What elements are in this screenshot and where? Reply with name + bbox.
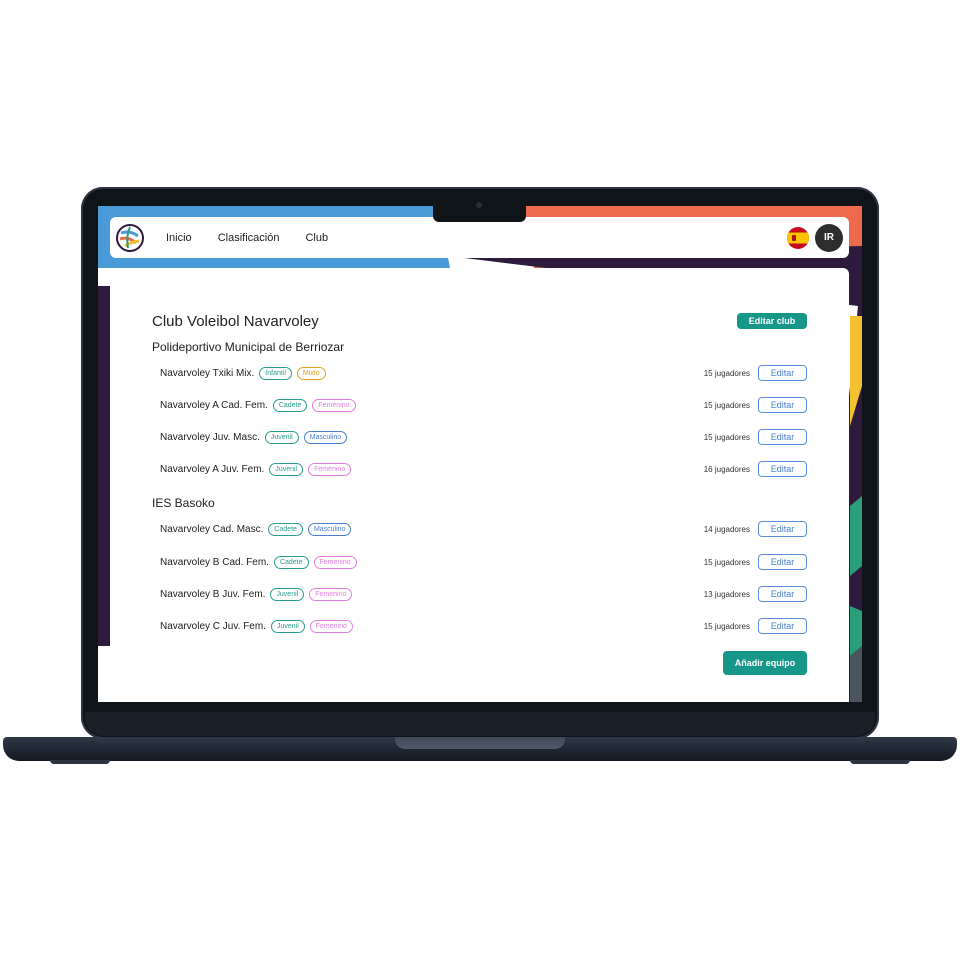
gender-tag: Femenino — [309, 619, 353, 633]
club-card: Club Voleibol Navarvoley Editar club Pol… — [110, 268, 849, 702]
category-tag: Cadete — [272, 398, 308, 412]
spain-flag-icon[interactable] — [787, 226, 809, 249]
team-row: Navarvoley B Juv. Fem. Juvenil Femenino … — [160, 585, 807, 603]
screen-bezel-bottom — [85, 712, 875, 736]
nav-link-inicio[interactable]: Inicio — [166, 232, 192, 244]
team-row: Navarvoley C Juv. Fem. Juvenil Femenino … — [160, 617, 807, 635]
team-row: Navarvoley A Juv. Fem. Juvenil Femenino … — [160, 460, 807, 478]
team-row: Navarvoley B Cad. Fem. Cadete Femenino 1… — [160, 553, 807, 571]
nav-link-club[interactable]: Club — [305, 232, 328, 244]
player-count: 15 jugadores — [703, 621, 750, 631]
add-team-button[interactable]: Añadir equipo — [723, 651, 807, 675]
category-tag: Infantil — [259, 366, 292, 380]
edit-team-button[interactable]: Editar — [758, 521, 807, 537]
laptop-foot — [850, 760, 910, 764]
team-row: Navarvoley A Cad. Fem. Cadete Femenino 1… — [160, 396, 807, 414]
edit-team-button[interactable]: Editar — [758, 554, 807, 570]
team-name: Navarvoley B Juv. Fem. — [160, 588, 266, 600]
edit-team-button[interactable]: Editar — [758, 461, 807, 477]
category-tag: Cadete — [268, 522, 303, 536]
player-count: 16 jugadores — [703, 464, 750, 474]
edit-team-button[interactable]: Editar — [758, 365, 807, 381]
gender-tag: Masculino — [303, 430, 348, 444]
laptop-foot — [50, 760, 110, 764]
edit-team-button[interactable]: Editar — [758, 397, 807, 413]
edit-club-button[interactable]: Editar club — [737, 313, 807, 329]
page-title: Club Voleibol Navarvoley — [152, 313, 319, 330]
team-name: Navarvoley A Juv. Fem. — [160, 463, 265, 475]
team-name: Navarvoley A Cad. Fem. — [160, 399, 268, 411]
team-row: Navarvoley Cad. Masc. Cadete Masculino 1… — [160, 520, 807, 538]
gender-tag: Femenino — [313, 555, 357, 569]
app-screen: Inicio Clasificación Club IR Club Voleib… — [98, 206, 862, 702]
gender-tag: Masculino — [307, 522, 352, 536]
player-count: 15 jugadores — [703, 432, 750, 442]
player-count: 15 jugadores — [703, 557, 750, 567]
screen-notch — [433, 206, 526, 222]
player-count: 14 jugadores — [703, 524, 750, 534]
player-count: 15 jugadores — [703, 368, 750, 378]
team-name: Navarvoley Cad. Masc. — [160, 523, 264, 535]
team-name: Navarvoley C Juv. Fem. — [160, 620, 266, 632]
nav-link-clasificacion[interactable]: Clasificación — [218, 232, 280, 244]
team-row: Navarvoley Txiki Mix. Infantil Mixto 15 … — [160, 364, 807, 382]
gender-tag: Femenino — [312, 398, 356, 412]
category-tag: Cadete — [273, 555, 309, 569]
edit-team-button[interactable]: Editar — [758, 429, 807, 445]
venue-title: Polideportivo Municipal de Berriozar — [152, 340, 345, 354]
gender-tag: Femenino — [309, 587, 353, 601]
player-count: 13 jugadores — [703, 589, 750, 599]
team-row: Navarvoley Juv. Masc. Juvenil Masculino … — [160, 428, 807, 446]
venue-title: IES Basoko — [152, 496, 215, 510]
user-avatar[interactable]: IR — [815, 223, 843, 252]
gender-tag: Mixto — [296, 366, 326, 380]
team-name: Navarvoley Juv. Masc. — [160, 431, 260, 443]
category-tag: Juvenil — [270, 619, 305, 633]
edit-team-button[interactable]: Editar — [758, 586, 807, 602]
category-tag: Juvenil — [269, 462, 304, 476]
trackpad-notch — [395, 737, 565, 749]
category-tag: Juvenil — [264, 430, 299, 444]
category-tag: Juvenil — [270, 587, 305, 601]
camera-icon — [476, 202, 482, 208]
edit-team-button[interactable]: Editar — [758, 618, 807, 634]
volleyball-logo-icon[interactable] — [116, 223, 144, 252]
team-name: Navarvoley Txiki Mix. — [160, 367, 255, 379]
gender-tag: Femenino — [308, 462, 352, 476]
team-name: Navarvoley B Cad. Fem. — [160, 556, 269, 568]
player-count: 15 jugadores — [703, 400, 750, 410]
top-navbar: Inicio Clasificación Club IR — [110, 217, 849, 258]
